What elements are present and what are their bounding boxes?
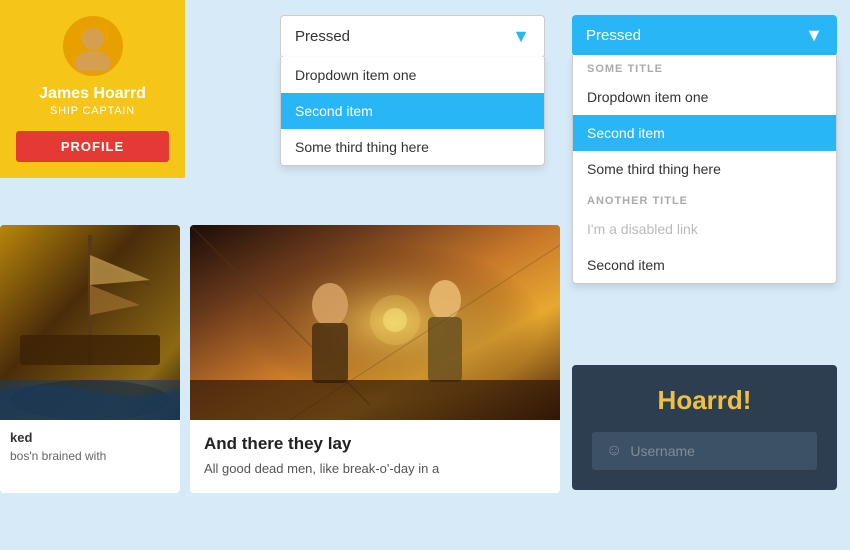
- grouped-item-1[interactable]: Dropdown item one: [573, 79, 836, 115]
- login-card: Hoarrd! ☺ Username: [572, 365, 837, 490]
- grouped-item-3[interactable]: Some third thing here: [573, 151, 836, 187]
- pirates-painting: [190, 225, 560, 420]
- card-middle-text: All good dead men, like break-o'-day in …: [204, 459, 546, 479]
- grouped-item-2[interactable]: Second item: [573, 115, 836, 151]
- dropdown-item-1[interactable]: Dropdown item one: [281, 57, 544, 93]
- card-left: ked bos'n brained with: [0, 225, 180, 493]
- profile-subtitle: SHIP CAPTAIN: [50, 105, 135, 117]
- user-icon: ☺: [606, 442, 622, 460]
- profile-card: James Hoarrd SHIP CAPTAIN PROFILE: [0, 0, 185, 178]
- dropdown-item-3[interactable]: Some third thing here: [281, 129, 544, 165]
- group-title-2: ANOTHER TITLE: [573, 187, 836, 211]
- card-middle-title: And there they lay: [204, 434, 546, 454]
- card-middle-image: [190, 225, 560, 420]
- dropdown-simple-value: Pressed: [295, 28, 350, 45]
- avatar-icon: [68, 21, 118, 71]
- card-left-title: ked: [10, 430, 170, 445]
- dropdown-item-2[interactable]: Second item: [281, 93, 544, 129]
- grouped-item-4: I'm a disabled link: [573, 211, 836, 247]
- avatar: [63, 16, 123, 76]
- dropdown-grouped-trigger[interactable]: Pressed ▼: [572, 15, 837, 56]
- dropdown-simple: Pressed ▼ Dropdown item one Second item …: [280, 15, 545, 166]
- dropdown-grouped-value: Pressed: [586, 27, 641, 44]
- ship-painting: [0, 225, 180, 420]
- card-left-image: [0, 225, 180, 420]
- group-title-1: SOME TITLE: [573, 55, 836, 79]
- dropdown-simple-menu: Dropdown item one Second item Some third…: [280, 57, 545, 166]
- dropdown-simple-trigger[interactable]: Pressed ▼: [280, 15, 545, 58]
- card-middle-body: And there they lay All good dead men, li…: [190, 420, 560, 493]
- cards-row: ked bos'n brained with: [0, 225, 560, 493]
- card-left-text: bos'n brained with: [10, 449, 170, 463]
- chevron-down-icon-2: ▼: [805, 25, 823, 46]
- dropdown-grouped: Pressed ▼ SOME TITLE Dropdown item one S…: [572, 15, 837, 284]
- chevron-down-icon: ▼: [512, 26, 530, 47]
- card-left-body: ked bos'n brained with: [0, 420, 180, 473]
- card-middle: And there they lay All good dead men, li…: [190, 225, 560, 493]
- profile-name: James Hoarrd: [39, 84, 146, 103]
- dropdown-grouped-menu: SOME TITLE Dropdown item one Second item…: [572, 55, 837, 284]
- username-input-display[interactable]: ☺ Username: [592, 432, 817, 470]
- login-card-title: Hoarrd!: [592, 385, 817, 416]
- grouped-item-5[interactable]: Second item: [573, 247, 836, 283]
- username-placeholder: Username: [630, 443, 695, 459]
- profile-button[interactable]: PROFILE: [16, 131, 169, 162]
